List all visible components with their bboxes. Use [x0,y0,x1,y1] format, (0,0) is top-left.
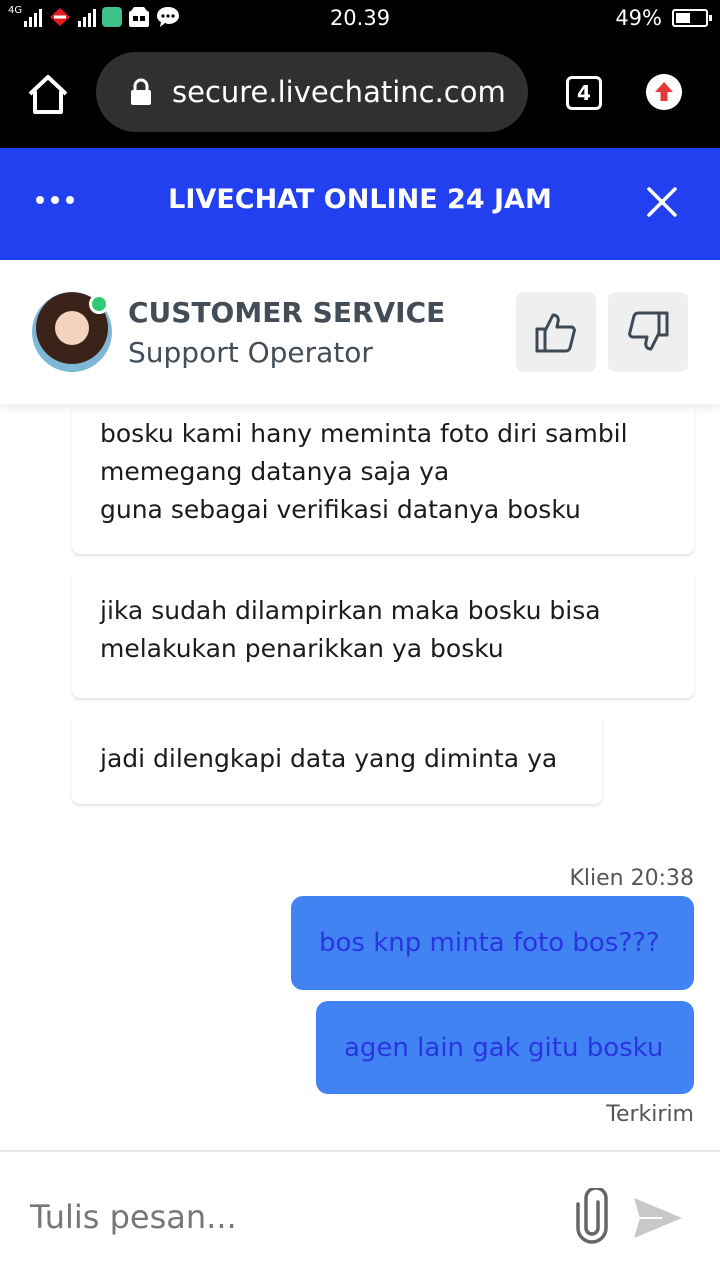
close-icon[interactable] [644,184,680,220]
client-timestamp: Klien 20:38 [569,866,694,891]
message-line: memegang datanya saja ya [100,457,450,486]
chat-header: LIVECHAT ONLINE 24 JAM [0,148,720,260]
incoming-message: jika sudah dilampirkan maka bosku bisa m… [72,570,694,698]
clock: 20.39 [329,6,391,30]
status-icons-right: 49% [615,6,712,30]
message-line: guna sebagai verifikasi datanya bosku [100,495,581,524]
tab-switcher-button[interactable]: 4 [566,76,602,110]
message-list[interactable]: bosku kami hany meminta foto diri sambil… [0,404,720,1150]
address-bar[interactable]: secure.livechatinc.com [96,52,528,132]
upload-arrow-icon[interactable] [646,74,682,110]
chat-title: LIVECHAT ONLINE 24 JAM [168,184,552,215]
home-icon[interactable] [26,72,70,116]
incoming-message: jadi dilengkapi data yang diminta ya [72,714,602,804]
message-line: jika sudah dilampirkan maka bosku bisa [100,596,601,625]
paperclip-icon[interactable] [572,1188,612,1244]
lock-icon [131,78,151,105]
outgoing-message: agen lain gak gitu bosku [316,1001,694,1094]
thumbs-down-icon [628,311,669,351]
battery-icon [672,9,712,27]
message-line: bosku kami hany meminta foto diri sambil [100,419,628,448]
delivery-status: Terkirim [606,1102,694,1127]
message-composer [0,1150,720,1280]
thumbs-up-icon [535,313,576,353]
rate-bad-button[interactable] [608,292,688,372]
rate-good-button[interactable] [516,292,596,372]
send-icon[interactable] [632,1196,684,1240]
agent-name: CUSTOMER SERVICE [128,296,446,329]
browser-toolbar: secure.livechatinc.com 4 [0,38,720,148]
url-text: secure.livechatinc.com [172,75,506,109]
agent-info-bar: CUSTOMER SERVICE Support Operator [0,260,720,404]
incoming-message: bosku kami hany meminta foto diri sambil… [72,404,694,554]
battery-percent: 49% [615,6,662,30]
message-line: jadi dilengkapi data yang diminta ya [100,744,558,773]
agent-role: Support Operator [128,336,373,369]
battery-level [676,13,690,23]
message-input[interactable] [30,1192,530,1242]
online-status-indicator [89,294,109,314]
message-line: melakukan penarikkan ya bosku [100,634,504,663]
status-bar: 4G 20.39 49% [0,0,720,38]
outgoing-message: bos knp minta foto bos??? [291,896,694,990]
